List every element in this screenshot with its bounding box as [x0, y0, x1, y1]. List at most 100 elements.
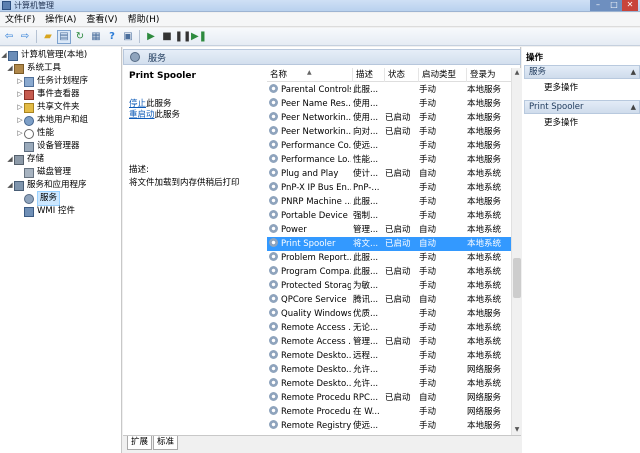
tab-standard[interactable]: 标准 [153, 436, 179, 450]
collapse-arrow-icon[interactable]: ▲ [631, 101, 636, 113]
more-actions-link[interactable]: 更多操作 [544, 82, 578, 94]
tree-item-services[interactable]: 服务 [16, 191, 61, 206]
expand-icon[interactable]: ▷ [16, 75, 24, 88]
console-tree-icon[interactable]: ▤ [57, 29, 71, 44]
menu-bar: 文件(F) 操作(A) 查看(V) 帮助(H) [0, 13, 640, 27]
service-status-cell: 已启动 [385, 295, 411, 305]
menu-file[interactable]: 文件(F) [0, 13, 40, 27]
forward-arrow-icon[interactable]: ⇨ [18, 30, 32, 44]
table-row[interactable]: Remote Registry 使远... 手动 本地服务 [267, 419, 511, 433]
column-header-status[interactable]: 状态 [385, 68, 419, 82]
resume-icon[interactable]: ▶❚ [191, 30, 207, 44]
table-row[interactable]: Remote Procedu...在 W... 手动 网络服务 [267, 405, 511, 419]
table-row[interactable]: PnP-X IP Bus En... PnP-... 手动 本地系统 [267, 181, 511, 195]
table-row[interactable]: Peer Name Res... 使用... 手动 本地服务 [267, 97, 511, 111]
play-icon[interactable]: ▶ [144, 30, 158, 44]
scroll-thumb[interactable] [513, 258, 521, 298]
menu-view[interactable]: 查看(V) [81, 13, 122, 27]
table-row[interactable]: Peer Networkin... 向对... 已启动 手动 本地服务 [267, 125, 511, 139]
table-row[interactable]: Remote Procedu...RPC... 已启动自动 网络服务 [267, 391, 511, 405]
tree-item-task-scheduler[interactable]: ▷ 任务计划程序 [16, 75, 88, 88]
tree-item-storage[interactable]: ◢ 存储 [6, 153, 44, 166]
table-row[interactable]: Remote Access ... 无论... 手动 本地系统 [267, 321, 511, 335]
expand-icon[interactable]: ▷ [16, 114, 24, 127]
table-row[interactable]: Problem Report... 此服... 手动 本地系统 [267, 251, 511, 265]
service-startup-type-cell: 手动 [419, 337, 437, 347]
computer-management-icon [2, 1, 11, 10]
collapse-icon[interactable]: ◢ [6, 179, 14, 192]
expand-icon[interactable]: ▷ [16, 127, 24, 140]
service-name-text: Remote Procedu... [281, 407, 351, 417]
column-header-startup-type[interactable]: 启动类型 [419, 68, 467, 82]
close-icon[interactable]: ✕ [622, 0, 638, 11]
table-row[interactable]: Print Spooler 将文... 已启动 自动 本地系统 [267, 237, 511, 251]
help-icon[interactable]: ? [105, 30, 119, 44]
service-gear-icon [269, 406, 278, 415]
table-row[interactable]: Peer Networkin... 使用... 已启动 手动 本地服务 [267, 111, 511, 125]
tree-item-disk-management[interactable]: 磁盘管理 [16, 166, 71, 179]
table-row[interactable]: Portable Device ... 强制... 手动 本地系统 [267, 209, 511, 223]
back-arrow-icon[interactable]: ⇦ [2, 30, 16, 44]
service-logon-cell: 本地服务 [467, 113, 502, 123]
tree-item-device-manager[interactable]: 设备管理器 [16, 140, 80, 153]
table-row[interactable]: Remote Deskto... 允许... 手动 网络服务 [267, 363, 511, 377]
tree-item-wmi-control[interactable]: WMI 控件 [16, 205, 75, 218]
more-actions-link[interactable]: 更多操作 [544, 117, 578, 129]
service-startup-type-cell: 手动 [419, 281, 437, 291]
table-row[interactable]: Plug and Play 使计... 已启动 自动 本地系统 [267, 167, 511, 181]
service-description-cell: 优质... [353, 309, 379, 319]
table-row[interactable]: Remote Deskto... 允许... 手动 本地系统 [267, 377, 511, 391]
actions-section-services[interactable]: 服务 ▲ [524, 65, 640, 79]
actions-section-print-spooler[interactable]: Print Spooler ▲ [524, 100, 640, 114]
tree-item-local-users-groups[interactable]: ▷ 本地用户和组 [16, 114, 88, 127]
service-name-text: Parental Controls [281, 85, 351, 95]
scroll-down-icon[interactable]: ▼ [512, 425, 522, 435]
up-folder-icon[interactable]: ▰ [41, 30, 55, 44]
table-row[interactable]: Protected Storage 为敏... 手动 本地系统 [267, 279, 511, 293]
table-row[interactable]: QPCore Service 腾讯... 已启动 自动 本地系统 [267, 293, 511, 307]
tree-item-shared-folders[interactable]: ▷ 共享文件夹 [16, 101, 80, 114]
wmi-icon [24, 206, 34, 217]
service-name-cell: Peer Name Res... [267, 97, 351, 111]
menu-help[interactable]: 帮助(H) [123, 13, 165, 27]
column-header-description[interactable]: 描述 [353, 68, 385, 82]
properties-icon[interactable]: ▣ [121, 30, 135, 44]
tree-item-event-viewer[interactable]: ▷ 事件查看器 [16, 88, 80, 101]
minimize-icon[interactable]: – [590, 0, 606, 11]
table-row[interactable]: Power 管理... 已启动 自动 本地系统 [267, 223, 511, 237]
table-row[interactable]: Performance Lo... 性能... 手动 本地服务 [267, 153, 511, 167]
table-row[interactable]: PNRP Machine ... 此服... 手动 本地服务 [267, 195, 511, 209]
table-row[interactable]: Remote Access ... 管理... 已启动 手动 本地系统 [267, 335, 511, 349]
tree-item-computer-management[interactable]: ◢ 计算机管理(本地) [0, 49, 87, 62]
collapse-icon[interactable]: ◢ [6, 62, 14, 75]
collapse-arrow-icon[interactable]: ▲ [631, 66, 636, 78]
service-gear-icon [269, 98, 278, 107]
vertical-scrollbar[interactable]: ▲ ▼ [511, 68, 521, 435]
column-header-name[interactable]: ▲ 名称 [267, 68, 353, 82]
collapse-icon[interactable]: ◢ [6, 153, 14, 166]
service-gear-icon [269, 392, 278, 401]
collapse-icon[interactable]: ◢ [0, 49, 8, 62]
export-list-icon[interactable]: ▦ [89, 30, 103, 44]
stop-icon[interactable]: ■ [160, 30, 174, 44]
service-gear-icon [269, 168, 278, 177]
tree-item-performance[interactable]: ▷ 性能 [16, 127, 54, 140]
table-row[interactable]: Remote Deskto... 远程... 手动 本地系统 [267, 349, 511, 363]
menu-action[interactable]: 操作(A) [40, 13, 81, 27]
maximize-icon[interactable]: □ [606, 0, 622, 11]
restart-service-link[interactable]: 重启动 [129, 110, 155, 120]
scroll-up-icon[interactable]: ▲ [512, 68, 522, 78]
table-row[interactable]: Program Compa... 此服... 已启动 手动 本地系统 [267, 265, 511, 279]
table-row[interactable]: Parental Controls 此服... 手动 本地服务 [267, 83, 511, 97]
service-name-text: Portable Device ... [281, 211, 351, 221]
table-row[interactable]: Quality Windows...优质... 手动 本地服务 [267, 307, 511, 321]
service-startup-type-cell: 手动 [419, 85, 437, 95]
table-row[interactable]: Performance Co... 使远... 手动 本地服务 [267, 139, 511, 153]
pause-icon[interactable]: ❚❚ [175, 30, 192, 44]
expand-icon[interactable]: ▷ [16, 88, 24, 101]
expand-icon[interactable]: ▷ [16, 101, 24, 114]
tree-item-label: 设备管理器 [37, 141, 80, 151]
refresh-icon[interactable]: ↻ [73, 30, 87, 44]
tab-extended[interactable]: 扩展 [127, 436, 153, 450]
tree-item-system-tools[interactable]: ◢ 系统工具 [6, 62, 61, 75]
